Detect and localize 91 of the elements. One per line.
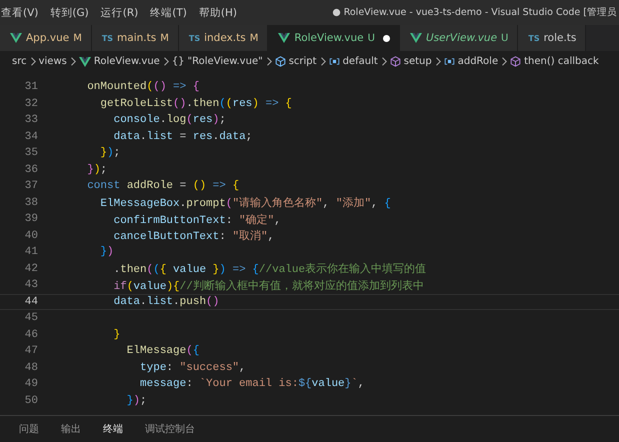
code-line: }); (86, 164, 108, 176)
cube-icon (510, 56, 522, 67)
breadcrumb-item[interactable]: "RoleView.vue" (188, 56, 263, 67)
menu-item[interactable]: 运行(R) (100, 6, 138, 20)
menu-item[interactable]: 终端(T) (150, 6, 187, 20)
cube-icon (274, 56, 286, 67)
line-number: 42 (24, 262, 39, 275)
breadcrumb-item[interactable]: default (342, 56, 378, 67)
panel-tab[interactable]: 终端 (103, 422, 123, 436)
line-number: 33 (24, 114, 39, 126)
variable-icon (328, 56, 340, 67)
git-status: U (368, 32, 375, 44)
code-line: type: "success", (139, 362, 246, 374)
line-number: 46 (24, 328, 39, 341)
code-line: ElMessageBox.prompt("请输入角色名称", "添加", { (99, 196, 391, 210)
git-status: M (250, 32, 258, 44)
editor-tab[interactable]: UserView.vue U (400, 25, 518, 51)
line-number: 37 (24, 180, 39, 192)
breadcrumb-item[interactable]: setup (404, 56, 432, 67)
code-line: console.log(res); (112, 114, 226, 126)
chevron-right-icon (380, 57, 387, 66)
menu-item[interactable]: 帮助(H) (198, 6, 237, 20)
line-number: 39 (24, 213, 39, 226)
chevron-right-icon (320, 57, 326, 66)
code-line: }); (99, 147, 120, 160)
breadcrumb-item[interactable]: RoleView.vue (94, 56, 160, 67)
breadcrumb-item[interactable]: addRole (458, 56, 498, 67)
panel-tab[interactable]: 输出 (61, 422, 81, 436)
line-number: 43 (24, 279, 39, 292)
code-line: ElMessage({ (126, 345, 200, 358)
chevron-right-icon (30, 57, 36, 66)
line-number: 50 (24, 394, 39, 407)
line-number: 36 (24, 164, 39, 176)
variable-icon (444, 56, 455, 67)
line-number: 34 (24, 130, 39, 143)
chevron-right-icon (434, 57, 441, 66)
menu-item[interactable]: 转到(G) (50, 6, 89, 20)
editor-tab[interactable]: TS main.ts M (92, 25, 179, 51)
panel-tab[interactable]: 调试控制台 (145, 422, 195, 436)
line-number: 41 (24, 246, 39, 258)
line-number: 48 (24, 362, 39, 374)
vue-logo-icon (78, 56, 91, 66)
braces-icon: {} (172, 56, 185, 67)
git-status: M (73, 32, 82, 44)
git-status: M (160, 32, 169, 44)
code-line: getRoleList().then((res) => { (99, 98, 292, 110)
code-line: data.list = res.data; (112, 130, 252, 143)
code-line: message: `Your email is:${value}`, (139, 378, 364, 390)
line-number: 47 (24, 345, 39, 358)
line-number: 40 (24, 230, 39, 242)
chevron-right-icon (162, 57, 169, 66)
breadcrumb-item[interactable]: src (12, 56, 27, 67)
typescript-icon: TS (528, 34, 540, 42)
editor-tab[interactable]: App.vue M (0, 25, 92, 51)
chevron-right-icon (501, 57, 508, 66)
line-number: 49 (24, 378, 39, 390)
breadcrumb-item[interactable]: script (288, 56, 317, 67)
typescript-icon: TS (188, 34, 200, 42)
code-line: confirmButtonText: "确定", (112, 212, 281, 227)
chevron-right-icon (70, 57, 76, 66)
line-number: 31 (24, 81, 39, 94)
window-title: ● RoleView.vue - vue3-ts-demo - Visual Studio Code [管理员 (332, 6, 618, 19)
panel-tab[interactable]: 问题 (19, 422, 39, 436)
code-line: if(value){//判断输入框中有值，就将对应的值添加到列表中 (112, 278, 424, 293)
line-number: 38 (24, 196, 39, 209)
git-status: U (501, 32, 508, 44)
line-number: 44 (24, 296, 39, 308)
editor-tab[interactable]: RoleView.vue U (268, 25, 400, 51)
vue-logo-icon (278, 33, 290, 43)
editor-tab[interactable]: TS index.ts M (178, 25, 268, 51)
menu-item[interactable]: 查看(V) (1, 6, 38, 20)
code-line: cancelButtonText: "取消", (112, 229, 274, 244)
typescript-icon: TS (102, 34, 114, 42)
code-line: .then(({ value }) => {//value表示你在输入中填写的值 (112, 262, 426, 276)
code-line: const addRole = () => { (86, 180, 240, 192)
code-line: }); (126, 394, 147, 407)
vue-logo-icon (410, 33, 422, 43)
breadcrumb-item[interactable]: then() callback (524, 56, 599, 67)
breadcrumb-item[interactable]: views (38, 56, 67, 67)
code-line: onMounted(() => { (86, 81, 200, 94)
unsaved-dot-icon (382, 34, 390, 42)
editor-tab[interactable]: TS role.ts (518, 25, 586, 51)
chevron-right-icon (266, 57, 272, 66)
code-line: } (112, 328, 120, 341)
line-number: 32 (24, 98, 39, 110)
line-number: 45 (24, 312, 39, 324)
code-line: }) (99, 246, 114, 258)
vue-logo-icon (10, 33, 22, 43)
cube-icon (390, 56, 401, 67)
line-number: 35 (24, 147, 39, 160)
code-line: data.list.push() (112, 296, 220, 308)
